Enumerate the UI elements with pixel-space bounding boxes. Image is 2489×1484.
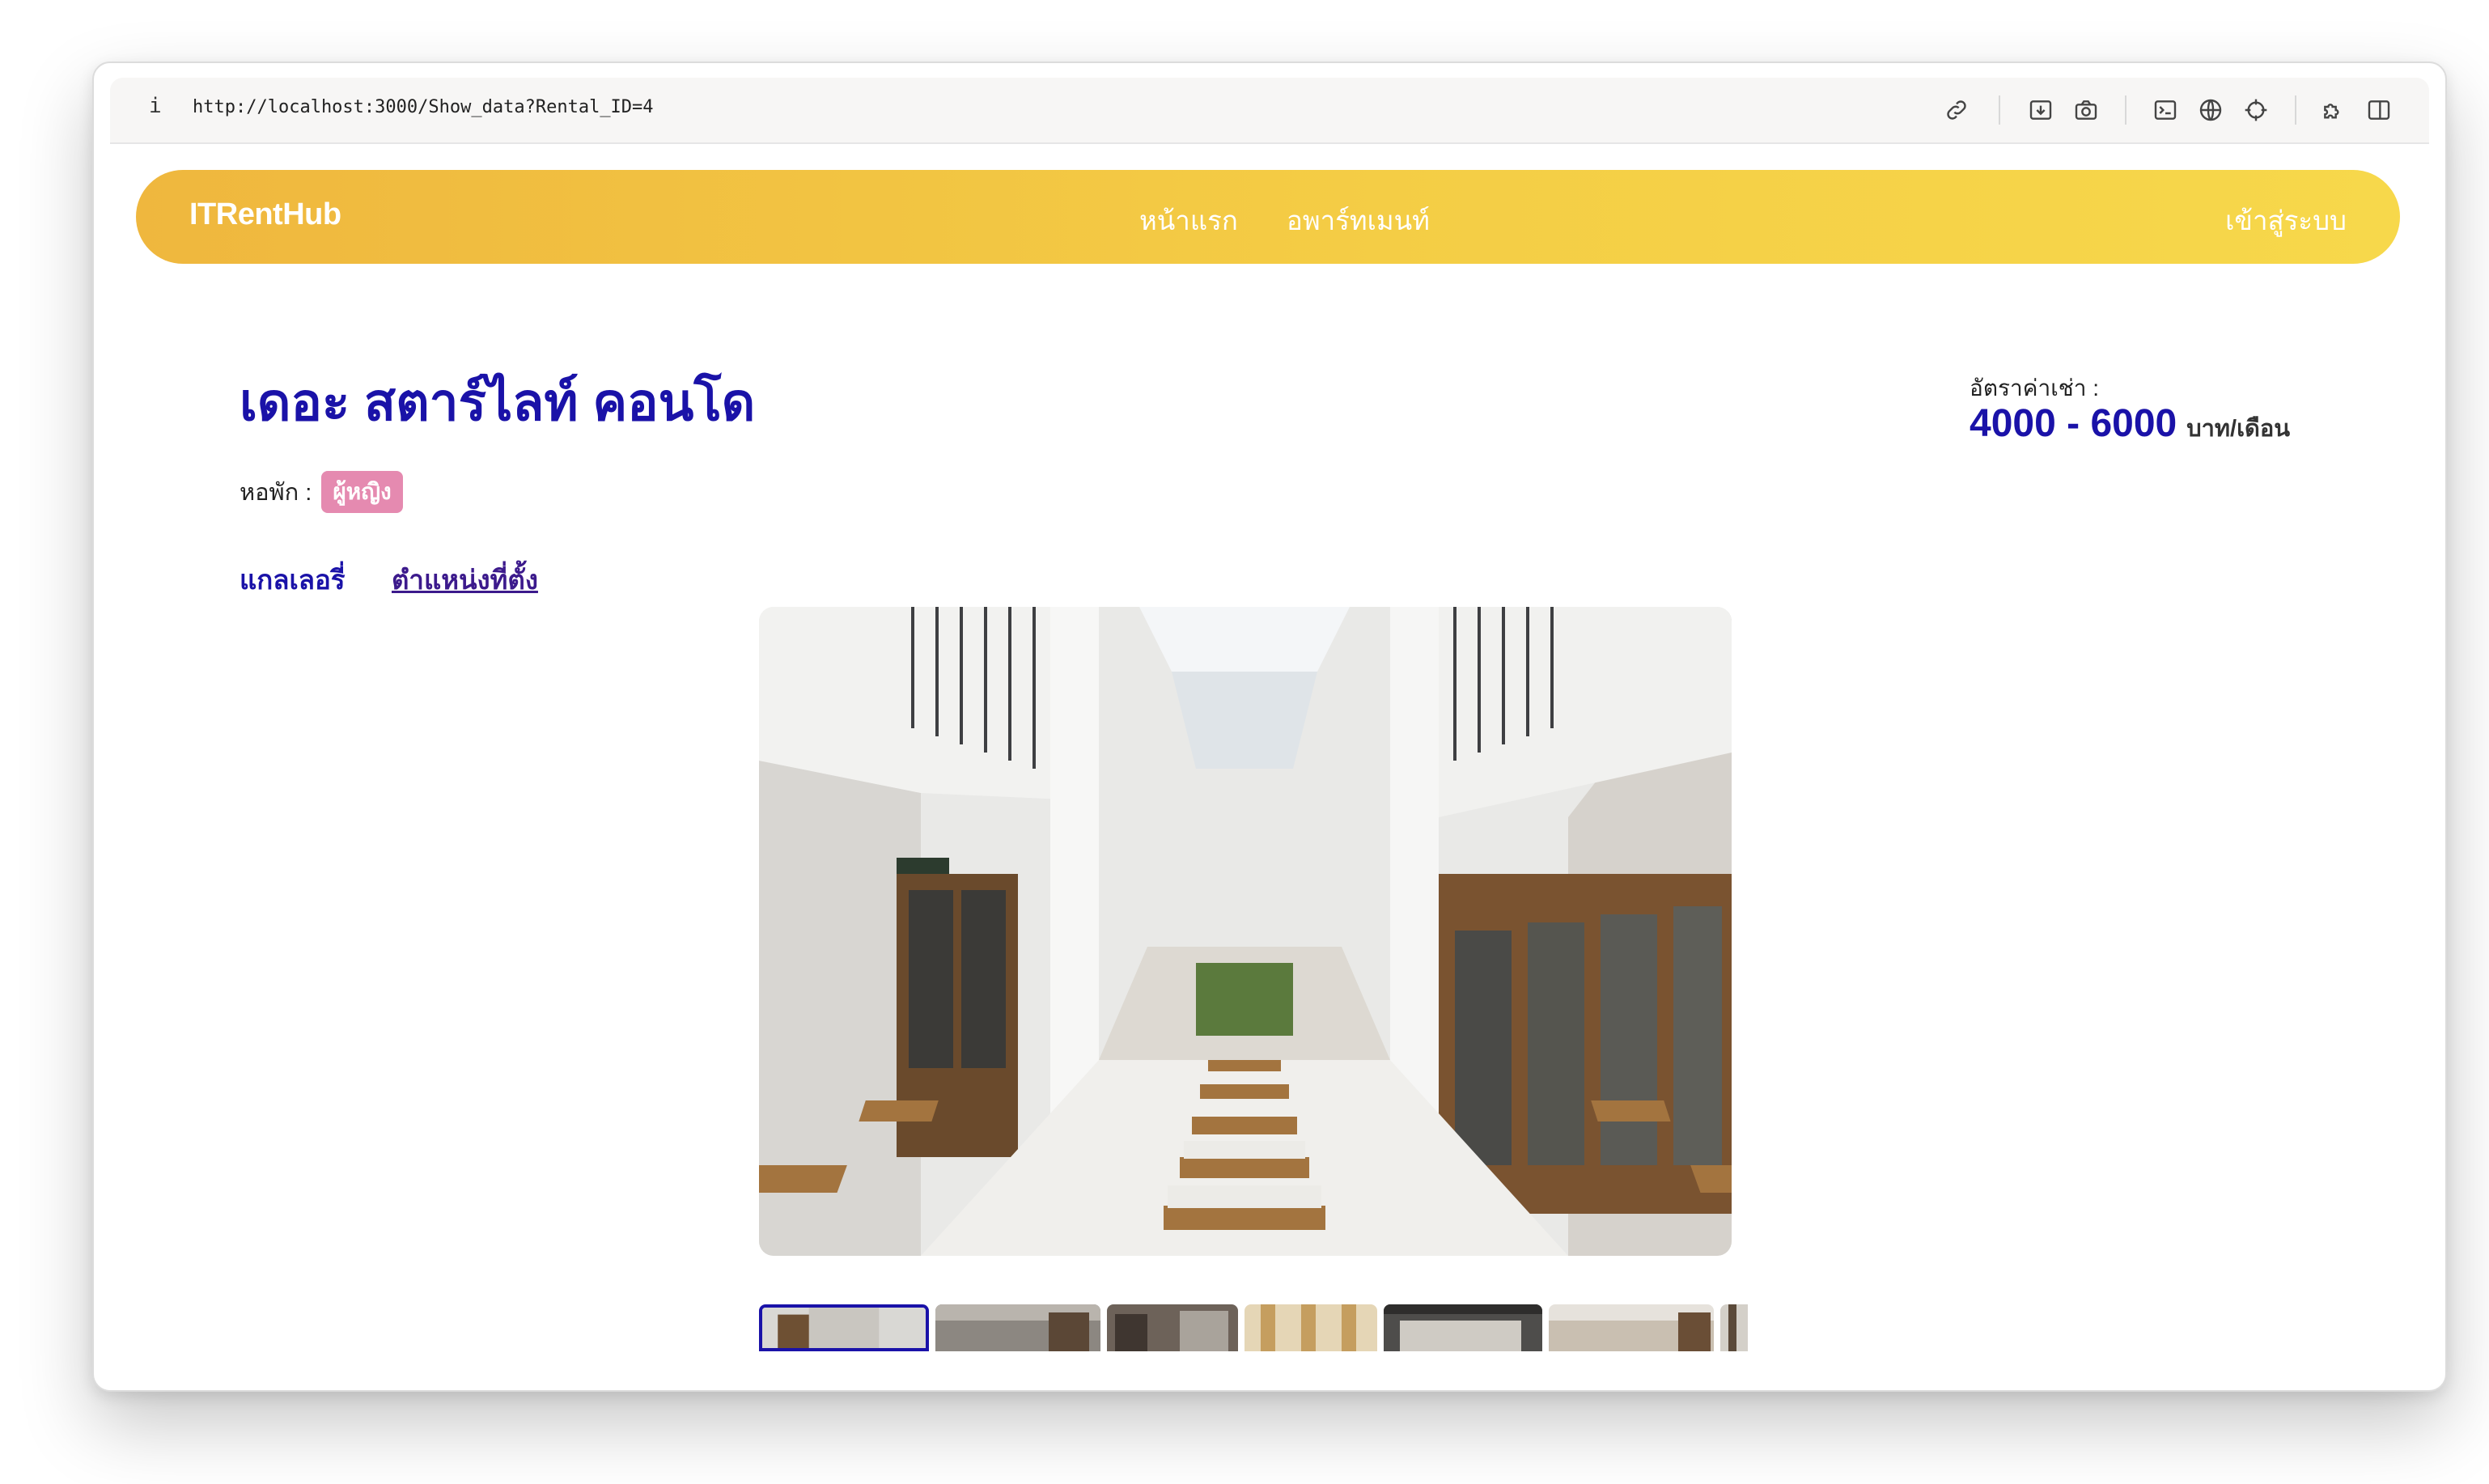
toolbar-divider (1999, 95, 2000, 125)
nav-link-home[interactable]: หน้าแรก (1139, 199, 1238, 242)
listing-title: เดอะ สตาร์ไลท์ คอนโด (240, 373, 756, 431)
listing-type-row: หอพัก : ผู้หญิง (240, 471, 403, 513)
globe-icon[interactable] (2193, 92, 2228, 128)
main-navbar: ITRentHub หน้าแรก อพาร์ทเมนท์ เข้าสู่ระบ… (136, 170, 2400, 264)
extensions-icon[interactable] (2316, 92, 2351, 128)
price-row: 4000 - 6000 บาท/เดือน (1970, 401, 2290, 447)
link-icon[interactable] (1939, 92, 1974, 128)
thumbnail-5[interactable] (1384, 1304, 1542, 1351)
thumbnail-3[interactable] (1107, 1304, 1238, 1351)
login-link[interactable]: เข้าสู่ระบบ (2225, 199, 2347, 242)
listing-type-label: หอพัก : (240, 480, 312, 506)
toolbar-divider (2125, 95, 2126, 125)
info-icon[interactable]: i (149, 94, 162, 118)
tab-location[interactable]: ตำแหน่งที่ตั้ง (392, 558, 538, 601)
brand-logo[interactable]: ITRentHub (189, 197, 341, 232)
thumbnail-strip (759, 1304, 1748, 1351)
gender-badge: ผู้หญิง (321, 471, 403, 513)
price-value: 4000 - 6000 (1970, 402, 2177, 445)
tab-gallery[interactable]: แกลเลอรี่ (240, 558, 346, 601)
thumbnail-7[interactable] (1720, 1304, 1748, 1351)
url-bar[interactable]: i http://localhost:3000/Show_data?Rental… (110, 78, 2429, 144)
thumbnail-1[interactable] (759, 1304, 929, 1351)
nav-link-apartments[interactable]: อพาร์ทเมนท์ (1287, 199, 1430, 242)
thumbnail-6[interactable] (1549, 1304, 1714, 1351)
terminal-icon[interactable] (2148, 92, 2183, 128)
crosshair-icon[interactable] (2238, 92, 2274, 128)
download-icon[interactable] (2023, 92, 2059, 128)
browser-window: i http://localhost:3000/Show_data?Rental… (92, 61, 2447, 1392)
price-unit: บาท/เดือน (2186, 416, 2291, 442)
thumbnail-4[interactable] (1244, 1304, 1377, 1351)
thumbnail-2[interactable] (935, 1304, 1100, 1351)
sidebar-icon[interactable] (2361, 92, 2397, 128)
apartment-corridor-photo[interactable] (759, 607, 1732, 1256)
url-text[interactable]: http://localhost:3000/Show_data?Rental_I… (193, 97, 654, 117)
camera-icon[interactable] (2068, 92, 2104, 128)
toolbar-divider (2295, 95, 2296, 125)
